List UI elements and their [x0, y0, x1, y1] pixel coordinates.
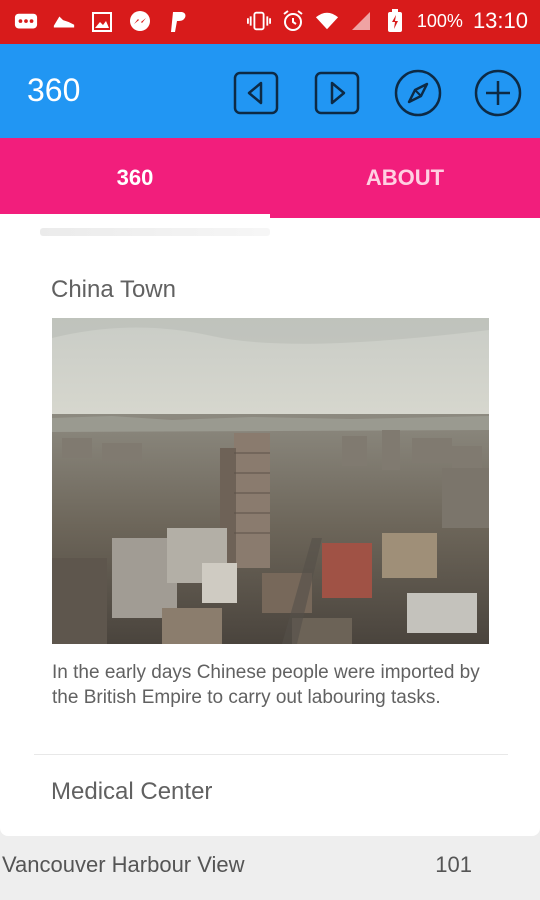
chat-notification-icon	[14, 10, 38, 34]
shoe-icon	[52, 10, 76, 34]
paypal-icon	[166, 10, 190, 34]
previous-icon	[233, 71, 279, 115]
status-bar: 100% 13:10	[0, 0, 540, 44]
battery-icon	[383, 9, 407, 33]
add-icon	[474, 69, 522, 117]
wifi-icon	[315, 9, 339, 33]
vibrate-icon	[246, 9, 271, 33]
alarm-icon	[281, 9, 305, 33]
image-icon	[90, 10, 114, 34]
previous-card-remnant	[40, 228, 270, 236]
compass-button[interactable]	[393, 68, 443, 118]
messenger-icon	[128, 10, 152, 34]
next-button[interactable]	[312, 68, 362, 118]
battery-percent: 100%	[416, 10, 463, 31]
previous-button[interactable]	[231, 68, 281, 118]
card-title-medical-center[interactable]: Medical Center	[51, 778, 212, 806]
card-description-china-town: In the early days Chinese people were im…	[52, 662, 480, 708]
aerial-city-photo[interactable]	[52, 318, 489, 644]
tab-about[interactable]: ABOUT	[270, 138, 540, 218]
next-icon	[314, 71, 360, 115]
tab-360[interactable]: 360	[0, 138, 270, 218]
card-divider	[34, 754, 508, 755]
list-item-vancouver-harbour-view[interactable]: Vancouver Harbour View 101	[0, 836, 540, 900]
signal-icon	[349, 9, 373, 33]
list-item-name: Vancouver Harbour View	[2, 852, 245, 877]
clock: 13:10	[472, 8, 528, 33]
compass-icon	[394, 69, 442, 117]
content-list[interactable]: China Town In the early days Chinese peo…	[0, 218, 540, 836]
card-title-china-town[interactable]: China Town	[51, 276, 176, 304]
add-button[interactable]	[473, 68, 523, 118]
app-title: 360	[27, 72, 81, 108]
app-bar: 360	[0, 44, 540, 138]
tab-bar: 360 ABOUT	[0, 138, 540, 218]
list-item-number: 101	[435, 852, 472, 877]
